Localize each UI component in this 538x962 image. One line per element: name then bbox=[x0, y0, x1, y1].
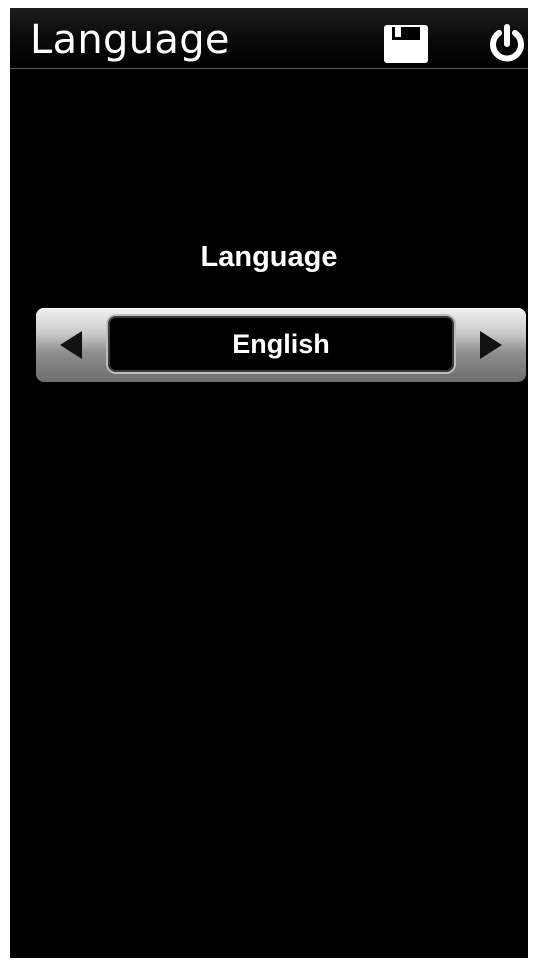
header-bar: Language bbox=[10, 8, 528, 69]
page-title: Language bbox=[30, 17, 230, 63]
floppy-disk-icon bbox=[384, 25, 428, 63]
triangle-left-icon bbox=[60, 331, 82, 359]
triangle-right-icon bbox=[480, 331, 502, 359]
previous-language-button[interactable] bbox=[36, 308, 106, 382]
next-language-button[interactable] bbox=[456, 308, 526, 382]
language-selector: English bbox=[36, 308, 526, 382]
language-setting-label: Language bbox=[200, 241, 338, 273]
language-value: English bbox=[108, 316, 454, 372]
power-icon bbox=[490, 24, 524, 62]
power-button[interactable] bbox=[483, 22, 528, 66]
save-button[interactable] bbox=[382, 22, 430, 66]
app-screen: Language Language English bbox=[10, 8, 528, 958]
